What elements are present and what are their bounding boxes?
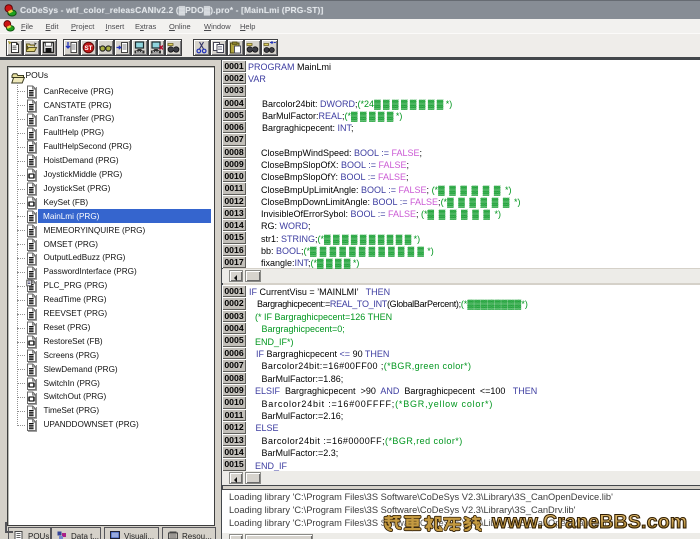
svg-text:ST: ST: [85, 45, 93, 52]
